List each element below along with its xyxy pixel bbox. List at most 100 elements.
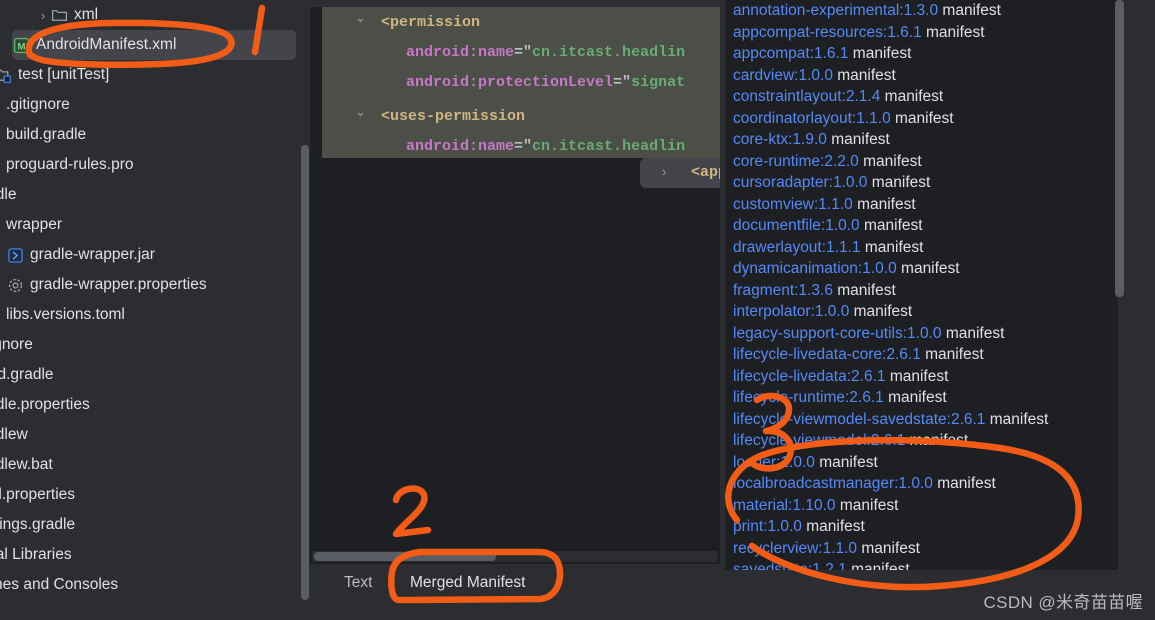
manifest-source-library-link[interactable]: loader:1.0.0 [733, 454, 815, 471]
tree-item[interactable]: radlew [0, 420, 300, 450]
manifest-source-library-link[interactable]: lifecycle-viewmodel:2.6.1 [733, 432, 905, 449]
manifest-source-library-link[interactable]: core-runtime:2.2.0 [733, 153, 859, 170]
tree-item[interactable]: rnal Libraries [0, 540, 300, 570]
sidebar-vertical-scrollbar[interactable] [300, 0, 309, 600]
code-fold-chevron-down-icon[interactable]: ⌄ [355, 104, 366, 120]
manifest-source-row[interactable]: savedstate:1.2.1 manifest [733, 559, 1118, 570]
manifest-source-library-link[interactable]: recyclerview:1.1.0 [733, 540, 857, 557]
manifest-source-library-link[interactable]: appcompat:1.6.1 [733, 45, 848, 62]
manifest-source-row[interactable]: appcompat:1.6.1 manifest [733, 43, 1118, 65]
manifest-source-row[interactable]: annotation-experimental:1.3.0 manifest [733, 0, 1118, 22]
manifest-source-row[interactable]: customview:1.1.0 manifest [733, 194, 1118, 216]
manifest-vertical-scrollbar[interactable] [1113, 0, 1125, 570]
manifest-source-row[interactable]: lifecycle-livedata-core:2.6.1 manifest [733, 344, 1118, 366]
tree-item-label: libs.versions.toml [6, 306, 125, 323]
manifest-source-row[interactable]: lifecycle-viewmodel:2.6.1 manifest [733, 430, 1118, 452]
editor-tab-merged-manifest[interactable]: Merged Manifest [398, 564, 537, 601]
tree-item[interactable]: build.gradle [0, 120, 300, 150]
manifest-source-library-link[interactable]: savedstate:1.2.1 [733, 561, 847, 570]
tree-item[interactable]: gradle-wrapper.jar [6, 240, 300, 270]
manifest-source-row[interactable]: recyclerview:1.1.0 manifest [733, 538, 1118, 560]
manifest-source-library-link[interactable]: print:1.0.0 [733, 518, 802, 535]
code-fold-chevron-right-icon[interactable]: › [662, 164, 666, 179]
manifest-source-row[interactable]: material:1.10.0 manifest [733, 495, 1118, 517]
manifest-source-row[interactable]: lifecycle-runtime:2.6.1 manifest [733, 387, 1118, 409]
editor-horizontal-scrollbar[interactable] [312, 551, 717, 562]
tree-item[interactable]: .gitignore [0, 90, 300, 120]
manifest-source-row[interactable]: appcompat-resources:1.6.1 manifest [733, 22, 1118, 44]
editor-hscrollbar-thumb[interactable] [314, 552, 496, 561]
tree-item[interactable]: libs.versions.toml [0, 300, 300, 330]
manifest-source-row[interactable]: cardview:1.0.0 manifest [733, 65, 1118, 87]
manifest-source-row[interactable]: legacy-support-core-utils:1.0.0 manifest [733, 323, 1118, 345]
manifest-source-library-link[interactable]: interpolator:1.0.0 [733, 303, 849, 320]
manifest-source-suffix: manifest [909, 432, 969, 449]
tree-item[interactable]: ettings.gradle [0, 510, 300, 540]
manifest-source-library-link[interactable]: cursoradapter:1.0.0 [733, 174, 867, 191]
manifest-source-library-link[interactable]: annotation-experimental:1.3.0 [733, 2, 938, 19]
manifest-source-library-link[interactable]: lifecycle-viewmodel-savedstate:2.6.1 [733, 411, 985, 428]
tree-item[interactable]: radlew.bat [0, 450, 300, 480]
manifest-sources-list[interactable]: annotation-experimental:1.3.0 manifest ap… [725, 0, 1118, 570]
tree-item[interactable]: radle [0, 180, 300, 210]
manifest-source-library-link[interactable]: documentfile:1.0.0 [733, 217, 860, 234]
manifest-source-row[interactable]: print:1.0.0 manifest [733, 516, 1118, 538]
tree-item-label: radle.properties [0, 396, 90, 413]
manifest-source-library-link[interactable]: core-ktx:1.9.0 [733, 131, 827, 148]
application-collapsed-row[interactable]: › <application ... > [640, 158, 720, 188]
editor-tab-text[interactable]: Text [332, 564, 384, 601]
manifest-source-row[interactable]: lifecycle-livedata:2.6.1 manifest [733, 366, 1118, 388]
manifest-source-library-link[interactable]: localbroadcastmanager:1.0.0 [733, 475, 933, 492]
tree-item-label: AndroidManifest.xml [36, 36, 177, 53]
code-editor-panel[interactable]: ⌄ <permission android:name="cn.itcast.head… [310, 0, 720, 600]
manifest-source-suffix: manifest [942, 2, 1001, 19]
manifest-source-library-link[interactable]: cardview:1.0.0 [733, 67, 833, 84]
manifest-source-row[interactable]: fragment:1.3.6 manifest [733, 280, 1118, 302]
manifest-source-suffix: manifest [831, 131, 890, 148]
manifest-source-library-link[interactable]: material:1.10.0 [733, 497, 836, 514]
manifest-source-row[interactable]: cursoradapter:1.0.0 manifest [733, 172, 1118, 194]
code-fold-chevron-down-icon[interactable]: ⌄ [355, 10, 366, 26]
manifest-source-library-link[interactable]: constraintlayout:2.1.4 [733, 88, 880, 105]
tree-item[interactable]: tches and Consoles [0, 570, 300, 600]
manifest-source-row[interactable]: core-ktx:1.9.0 manifest [733, 129, 1118, 151]
manifest-source-row[interactable]: lifecycle-viewmodel-savedstate:2.6.1 man… [733, 409, 1118, 431]
sidebar-scrollbar-thumb[interactable] [301, 145, 309, 600]
manifest-source-library-link[interactable]: customview:1.1.0 [733, 196, 853, 213]
chevron-right-icon[interactable]: › [36, 8, 50, 23]
manifest-source-row[interactable]: core-runtime:2.2.0 manifest [733, 151, 1118, 173]
manifest-sources-panel[interactable]: annotation-experimental:1.3.0 manifest ap… [725, 0, 1155, 602]
manifest-source-row[interactable]: localbroadcastmanager:1.0.0 manifest [733, 473, 1118, 495]
manifest-source-library-link[interactable]: coordinatorlayout:1.1.0 [733, 110, 891, 127]
manifest-source-row[interactable]: interpolator:1.0.0 manifest [733, 301, 1118, 323]
tree-item[interactable]: cal.properties [0, 480, 300, 510]
tree-item[interactable]: wrapper [0, 210, 300, 240]
tree-item[interactable]: test [unitTest] [0, 60, 300, 90]
manifest-source-library-link[interactable]: lifecycle-livedata-core:2.6.1 [733, 346, 921, 363]
manifest-source-row[interactable]: loader:1.0.0 manifest [733, 452, 1118, 474]
manifest-source-library-link[interactable]: appcompat-resources:1.6.1 [733, 24, 922, 41]
tree-item-selected[interactable]: M AndroidManifest.xml [12, 30, 296, 60]
manifest-source-library-link[interactable]: lifecycle-runtime:2.6.1 [733, 389, 884, 406]
manifest-source-library-link[interactable]: drawerlayout:1.1.1 [733, 239, 861, 256]
tree-item[interactable]: radle.properties [0, 390, 300, 420]
tree-item[interactable]: uild.gradle [0, 360, 300, 390]
project-tree-panel[interactable]: › xml M AndroidManifest.xml test [unitTest].… [0, 0, 300, 600]
manifest-source-row[interactable]: drawerlayout:1.1.1 manifest [733, 237, 1118, 259]
manifest-source-row[interactable]: documentfile:1.0.0 manifest [733, 215, 1118, 237]
manifest-source-suffix: manifest [926, 23, 985, 41]
manifest-source-library-link[interactable]: dynamicanimation:1.0.0 [733, 260, 897, 277]
manifest-source-row[interactable]: dynamicanimation:1.0.0 manifest [733, 258, 1118, 280]
manifest-source-row[interactable]: constraintlayout:2.1.4 manifest [733, 86, 1118, 108]
manifest-source-row[interactable]: coordinatorlayout:1.1.0 manifest [733, 108, 1118, 130]
tree-item[interactable]: proguard-rules.pro [0, 150, 300, 180]
manifest-source-library-link[interactable]: lifecycle-livedata:2.6.1 [733, 368, 886, 385]
tree-item[interactable]: gradle-wrapper.properties [6, 270, 300, 300]
manifest-source-library-link[interactable]: legacy-support-core-utils:1.0.0 [733, 325, 942, 342]
editor-view-tabs[interactable]: Text Merged Manifest [310, 563, 720, 601]
code-token-eq: =" [514, 44, 533, 61]
manifest-source-library-link[interactable]: fragment:1.3.6 [733, 282, 833, 299]
manifest-scrollbar-thumb[interactable] [1115, 0, 1124, 297]
tree-item[interactable]: itignore [0, 330, 300, 360]
tree-item[interactable]: › xml [36, 0, 300, 30]
